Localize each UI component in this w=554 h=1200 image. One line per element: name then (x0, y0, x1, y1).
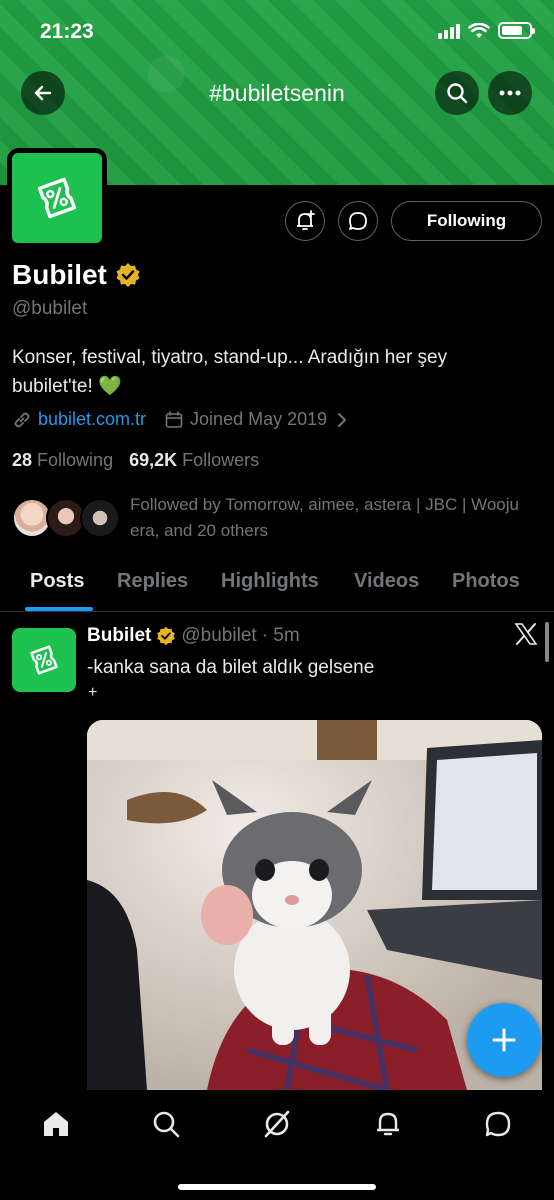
more-horizontal-icon (499, 90, 521, 96)
chevron-right-icon[interactable] (335, 412, 349, 428)
profile-name: Bubilet (12, 259, 141, 291)
following-count[interactable]: 28 Following (12, 450, 113, 471)
nav-messages[interactable] (478, 1104, 518, 1144)
post-header: Bubilet @bubilet · 5m (87, 625, 300, 647)
tab-highlights[interactable]: Highlights (221, 570, 319, 593)
bell-plus-icon (297, 210, 315, 230)
profile-tabs: Posts Replies Highlights Videos Photos (0, 560, 554, 612)
website-link[interactable]: bubilet.com.tr (38, 409, 146, 430)
bubilet-logo-icon (12, 153, 102, 243)
search-button[interactable] (435, 71, 479, 115)
home-icon (44, 1112, 68, 1136)
compose-button[interactable] (467, 1003, 541, 1077)
more-button[interactable] (488, 71, 532, 115)
nav-grok[interactable] (257, 1104, 297, 1144)
post-author-handle: @bubilet (181, 625, 257, 646)
post-author-name[interactable]: Bubilet (87, 625, 151, 647)
joined-date: Joined May 2019 (190, 409, 328, 429)
profile-avatar[interactable] (7, 148, 107, 248)
message-button[interactable] (338, 201, 378, 241)
tab-videos[interactable]: Videos (354, 570, 419, 593)
avatar (80, 498, 120, 538)
profile-bio: Konser, festival, tiyatro, stand-up... A… (12, 347, 448, 397)
status-bar: 21:23 (0, 0, 554, 66)
home-indicator[interactable] (178, 1184, 376, 1190)
post-avatar[interactable] (12, 628, 76, 692)
post-text-plus: + (88, 684, 98, 701)
bell-icon (377, 1112, 399, 1136)
tab-replies[interactable]: Replies (117, 570, 188, 593)
active-tab-indicator (25, 607, 93, 611)
link-icon (14, 412, 30, 427)
status-time: 21:23 (40, 20, 94, 43)
search-icon (153, 1111, 180, 1138)
calendar-icon (165, 410, 183, 428)
profile-meta: bubilet.com.tr Joined May 2019 (12, 409, 349, 430)
follower-avatars (12, 494, 124, 542)
profile-handle: @bubilet (12, 298, 88, 319)
nav-home[interactable] (36, 1104, 76, 1144)
verified-badge-icon (157, 626, 176, 646)
notify-button[interactable] (285, 201, 325, 241)
battery-icon (498, 22, 535, 39)
post-time: · 5m (261, 625, 300, 646)
post-text: -kanka sana da bilet aldık gelsene (87, 657, 375, 678)
nav-notifications[interactable] (368, 1104, 408, 1144)
bubilet-logo-icon (30, 645, 58, 675)
scrollbar[interactable] (545, 622, 549, 662)
wifi-icon (468, 22, 490, 38)
message-bubble-icon (485, 1111, 511, 1137)
status-icons (438, 22, 535, 39)
cellular-signal-icon (438, 23, 460, 39)
following-button[interactable]: Following (391, 201, 542, 241)
follow-counts: 28 Following 69,2K Followers (12, 450, 259, 471)
verified-badge-icon (116, 263, 140, 287)
x-logo-icon (514, 623, 538, 645)
message-bubble-icon (349, 212, 367, 230)
followed-by-text: Followed by Tomorrow, aimee, astera | JB… (130, 495, 519, 540)
profile-name-text: Bubilet (12, 259, 107, 290)
grok-icon (264, 1110, 290, 1138)
tab-photos[interactable]: Photos (452, 570, 520, 593)
nav-search[interactable] (146, 1104, 186, 1144)
followed-by[interactable]: Followed by Tomorrow, aimee, astera | JB… (12, 492, 530, 544)
search-icon (447, 83, 468, 104)
followers-count[interactable]: 69,2K Followers (129, 450, 259, 471)
tab-posts[interactable]: Posts (30, 570, 84, 593)
plus-icon (492, 1028, 516, 1052)
